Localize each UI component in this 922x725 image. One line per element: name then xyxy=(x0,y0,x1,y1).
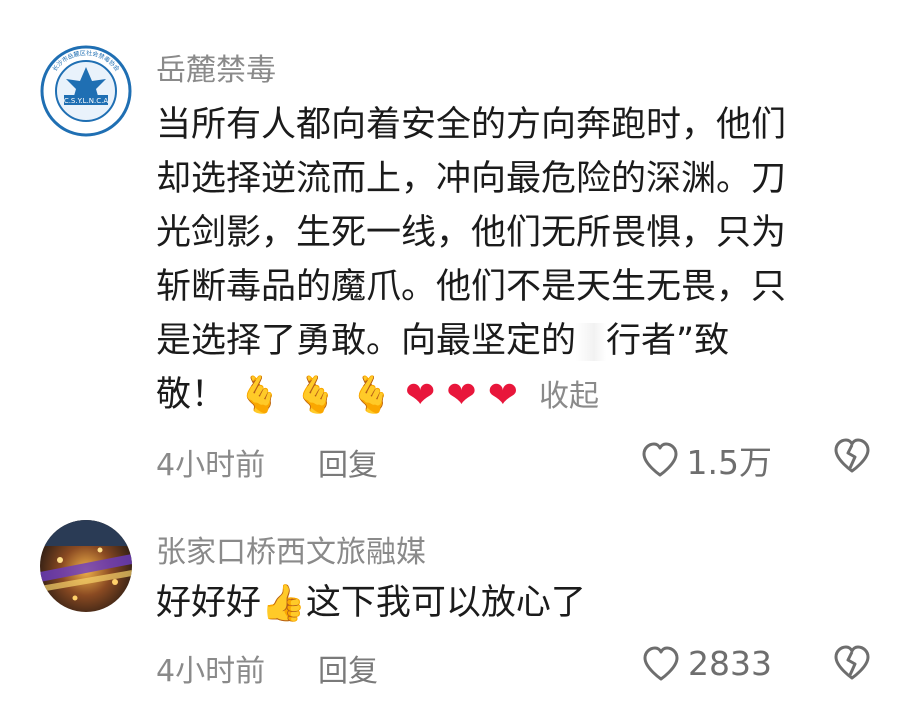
red-heart-emoji: ❤ xyxy=(487,375,518,416)
comment-line: 当所有人都向着安全的方向奔跑时，他们 xyxy=(156,105,787,145)
like-button[interactable]: 1.5万 xyxy=(641,436,772,484)
avatar[interactable] xyxy=(40,520,132,612)
collapse-button[interactable]: 收起 xyxy=(539,379,599,414)
finger-heart-emoji: 🫰 xyxy=(349,375,394,416)
broken-heart-icon xyxy=(834,438,870,473)
avatar[interactable]: C.S.Y.L.N.C.A 长沙市岳麓区社会禁毒协会 xyxy=(40,45,132,137)
heart-outline-icon xyxy=(642,442,678,477)
reply-button[interactable]: 回复 xyxy=(318,646,378,690)
finger-heart-emoji: 🫰 xyxy=(237,375,282,416)
association-logo-icon: C.S.Y.L.N.C.A 长沙市岳麓区社会禁毒协会 xyxy=(40,45,132,137)
comment-line: 是选择了勇敢。向最坚定的 行者”致 xyxy=(156,314,856,368)
comment-line: 斩断毒品的魔爪。他们不是天生无畏，只 xyxy=(156,267,787,307)
comment-line-part: 敬！ xyxy=(156,375,227,415)
comment-line: 光剑影，生死一线，他们无所畏惧，只为 xyxy=(156,213,787,253)
comment-line: 敬！ 🫰 🫰 🫰 ❤ ❤ ❤ 收起 xyxy=(156,368,856,424)
comment-username[interactable]: 岳麓禁毒 xyxy=(156,45,276,89)
like-count: 1.5万 xyxy=(686,443,772,482)
heart-outline-icon xyxy=(643,646,679,680)
comment-timestamp: 4小时前 xyxy=(156,448,266,483)
comment-text: 当所有人都向着安全的方向奔跑时，他们 却选择逆流而上，冲向最危险的深渊。刀 光剑… xyxy=(156,98,856,424)
comment-text-part: 这下我可以放心了 xyxy=(305,583,586,623)
broken-heart-icon xyxy=(834,645,870,680)
comment-line: 却选择逆流而上，冲向最危险的深渊。刀 xyxy=(156,159,787,199)
comment-line-part: 行者”致 xyxy=(606,321,730,361)
night-city-photo-icon xyxy=(40,520,132,612)
finger-heart-emoji: 🫰 xyxy=(293,375,338,416)
reply-button[interactable]: 回复 xyxy=(318,440,378,484)
svg-text:C.S.Y.L.N.C.A: C.S.Y.L.N.C.A xyxy=(64,97,109,105)
comment-text: 好好好👍这下我可以放心了 xyxy=(156,576,856,631)
obscured-text xyxy=(576,323,607,361)
red-heart-emoji: ❤ xyxy=(405,375,436,416)
dislike-button[interactable] xyxy=(833,438,871,478)
comment-username[interactable]: 张家口桥西文旅融媒 xyxy=(156,527,426,571)
comment-timestamp: 4小时前 xyxy=(156,654,266,689)
thumbs-up-emoji: 👍 xyxy=(261,583,306,624)
like-button[interactable]: 2833 xyxy=(642,644,772,683)
comment-text-part: 好好好 xyxy=(156,583,262,623)
dislike-button[interactable] xyxy=(833,645,871,685)
red-heart-emoji: ❤ xyxy=(446,375,477,416)
like-count: 2833 xyxy=(688,644,772,683)
comment-line-part: 是选择了勇敢。向最坚定的 xyxy=(156,321,577,361)
